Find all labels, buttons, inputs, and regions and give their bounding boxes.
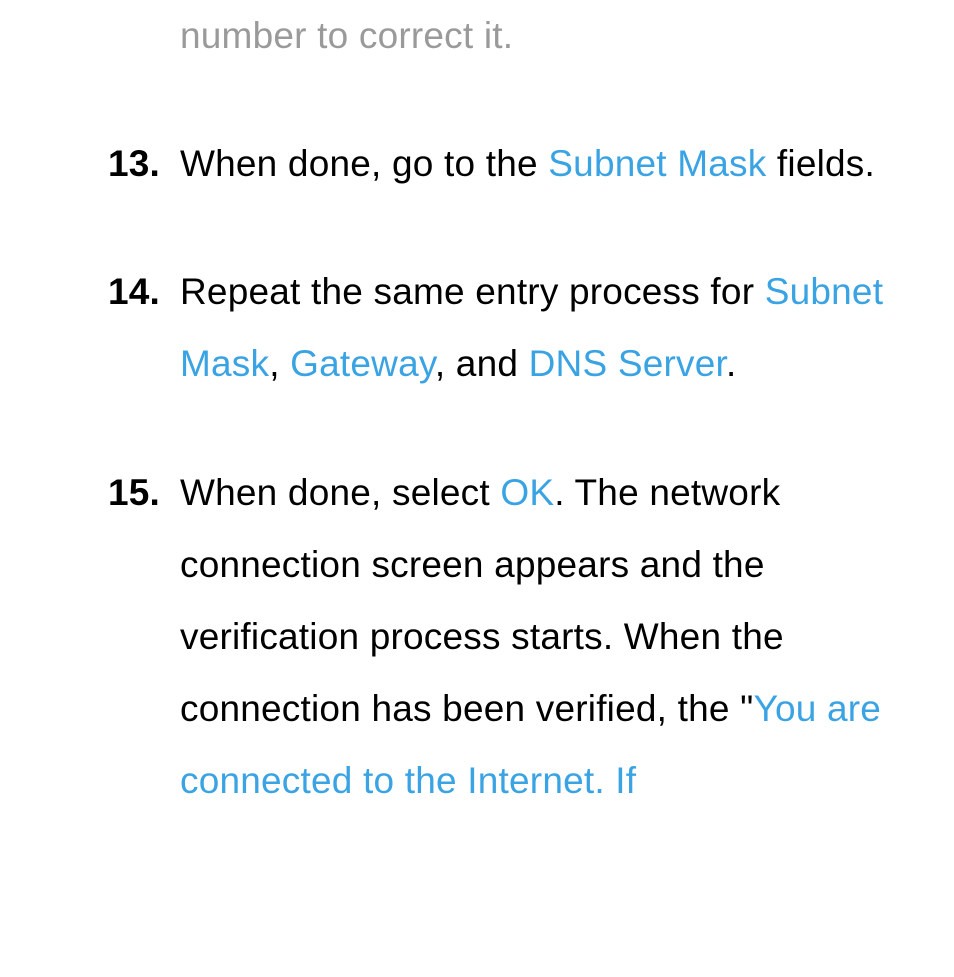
text-run: When done, select xyxy=(180,472,500,513)
ui-term: OK xyxy=(500,472,554,513)
step-number: 13. xyxy=(108,128,160,200)
document-page: number to correct it. 13. When done, go t… xyxy=(0,0,954,817)
text-run: , and xyxy=(435,343,529,384)
trail-text: number to correct it. xyxy=(180,15,513,56)
step-text: Repeat the same entry process for Subnet… xyxy=(180,271,883,384)
step-item: 14. Repeat the same entry process for Sub… xyxy=(60,256,894,400)
ordered-steps: 13. When done, go to the Subnet Mask fiel… xyxy=(60,128,894,817)
previous-step-fragment: number to correct it. xyxy=(60,0,894,72)
step-item: 13. When done, go to the Subnet Mask fiel… xyxy=(60,128,894,200)
step-item: 15. When done, select OK. The network con… xyxy=(60,457,894,818)
text-run: When done, go to the xyxy=(180,143,548,184)
ui-term: DNS Server xyxy=(529,343,726,384)
ui-term: Gateway xyxy=(290,343,435,384)
step-text: When done, select OK. The network connec… xyxy=(180,472,881,802)
text-run: , xyxy=(269,343,290,384)
step-number: 14. xyxy=(108,256,160,328)
text-run: . xyxy=(726,343,736,384)
text-run: Repeat the same entry process for xyxy=(180,271,765,312)
step-number: 15. xyxy=(108,457,160,529)
step-text: When done, go to the Subnet Mask fields. xyxy=(180,143,875,184)
text-run: fields. xyxy=(766,143,875,184)
ui-term: Subnet Mask xyxy=(548,143,766,184)
